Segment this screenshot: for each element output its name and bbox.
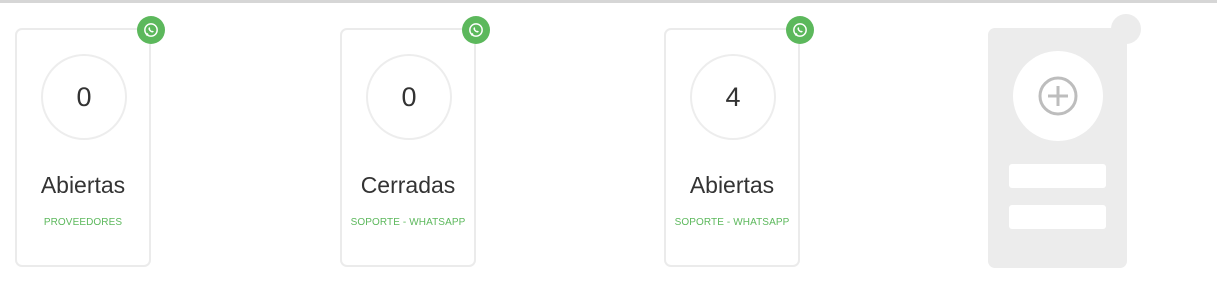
placeholder-badge — [1111, 14, 1141, 44]
ticket-category-label: SOPORTE - WHATSAPP — [674, 217, 790, 228]
whatsapp-icon — [786, 16, 814, 44]
ticket-card-abiertas-proveedores[interactable]: 0 Abiertas PROVEEDORES — [15, 16, 165, 267]
placeholder-bar — [1009, 205, 1106, 229]
count-circle: 0 — [366, 54, 452, 140]
ticket-count: 0 — [401, 81, 417, 112]
ticket-count: 0 — [76, 81, 92, 112]
ticket-status-label: Abiertas — [40, 172, 126, 198]
count-circle: 0 — [41, 54, 127, 140]
count-circle: 4 — [690, 54, 776, 140]
ticket-count: 4 — [725, 81, 741, 112]
ticket-category-label: PROVEEDORES — [43, 217, 123, 228]
ticket-status-label: Abiertas — [689, 172, 775, 198]
ticket-status-label: Cerradas — [360, 172, 456, 198]
ticket-card-cerradas-soporte[interactable]: 0 Cerradas SOPORTE - WHATSAPP — [340, 16, 490, 267]
add-circle — [1013, 51, 1103, 141]
top-divider — [0, 0, 1217, 3]
whatsapp-icon — [137, 16, 165, 44]
placeholder-bar — [1009, 164, 1106, 188]
ticket-card-abiertas-soporte[interactable]: 4 Abiertas SOPORTE - WHATSAPP — [664, 16, 814, 267]
plus-circle-icon — [1038, 76, 1078, 116]
ticket-category-label: SOPORTE - WHATSAPP — [350, 217, 466, 228]
add-card-button[interactable] — [988, 14, 1141, 268]
whatsapp-icon — [462, 16, 490, 44]
